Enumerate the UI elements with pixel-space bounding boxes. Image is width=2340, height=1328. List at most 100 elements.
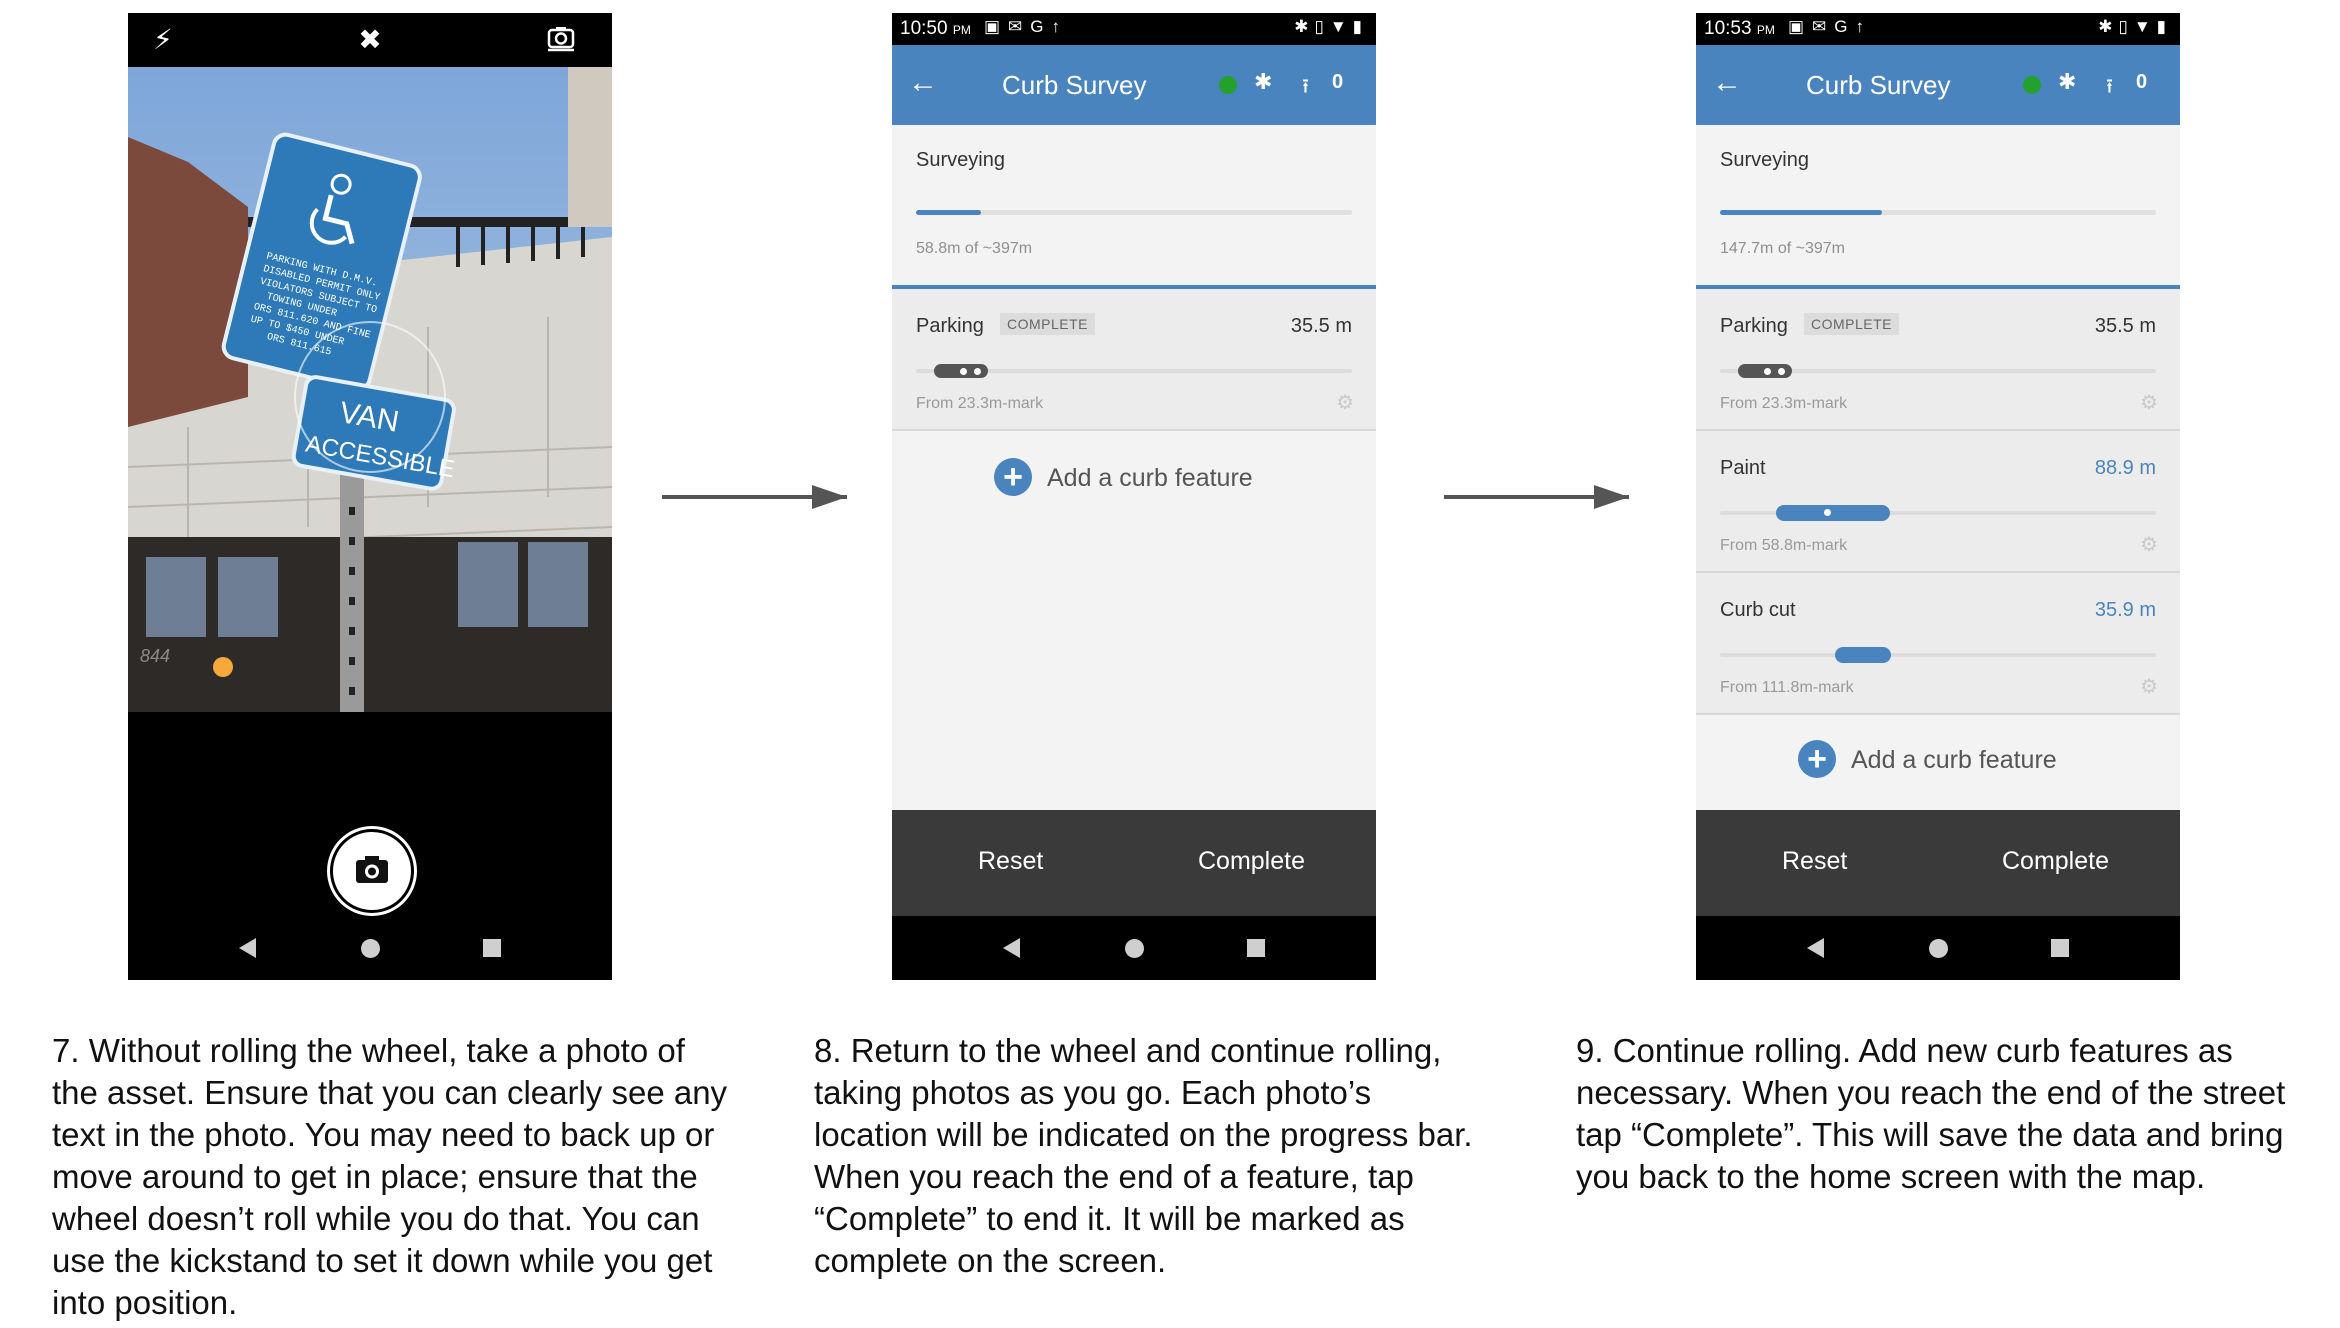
upload-count: 0 bbox=[2136, 71, 2148, 93]
status-bar: 10:50 PM ▣✉G↑ ✱▯▼▮ bbox=[892, 13, 1376, 45]
connection-status-dot bbox=[1219, 76, 1237, 94]
flow-arrow-2-head bbox=[1594, 485, 1629, 509]
app-bar: ← Curb Survey ✱ ⭱ 0 bbox=[892, 45, 1376, 125]
bluetooth-icon[interactable]: ✱ bbox=[1254, 69, 1272, 95]
surveying-panel: Surveying 147.7m of ~397m bbox=[1696, 125, 2180, 289]
feature-row-curb-cut[interactable]: Curb cut 35.9 m From 111.8m-mark ⚙ bbox=[1696, 573, 2180, 715]
camera-toolbar: ⚡︎ ✖ bbox=[128, 13, 612, 67]
add-curb-feature-button[interactable]: + Add a curb feature bbox=[892, 431, 1376, 527]
bottom-action-bar: Reset Complete bbox=[1696, 810, 2180, 916]
upload-icon[interactable]: ⭱ bbox=[1302, 72, 1309, 106]
status-bar: 10:53 PM ▣✉G↑ ✱▯▼▮ bbox=[1696, 13, 2180, 45]
bluetooth-icon[interactable]: ✱ bbox=[2058, 69, 2076, 95]
add-curb-feature-button[interactable]: + Add a curb feature bbox=[1696, 715, 2180, 811]
upload-icon[interactable]: ⭱ bbox=[2106, 72, 2113, 106]
android-nav-bar bbox=[892, 916, 1376, 980]
surveying-distance: 58.8m of ~397m bbox=[916, 240, 1033, 257]
shutter-button[interactable] bbox=[330, 829, 414, 913]
nav-home-icon[interactable] bbox=[1929, 939, 1948, 958]
android-nav-bar bbox=[1696, 916, 2180, 980]
flash-icon[interactable]: ⚡︎ bbox=[146, 23, 180, 57]
reset-button[interactable]: Reset bbox=[978, 847, 1043, 876]
feature-start: From 58.8m-mark bbox=[1720, 537, 1848, 554]
surveying-progress-track bbox=[1720, 210, 2156, 215]
surveying-progress-track bbox=[916, 210, 1352, 215]
nav-home-icon[interactable] bbox=[361, 939, 380, 958]
complete-button[interactable]: Complete bbox=[2002, 847, 2109, 876]
switch-camera-icon[interactable] bbox=[544, 23, 578, 57]
app-bar: ← Curb Survey ✱ ⭱ 0 bbox=[1696, 45, 2180, 125]
photo-marker bbox=[1824, 509, 1831, 516]
feature-track bbox=[1720, 505, 2156, 521]
system-icons: ✱▯▼▮ bbox=[1294, 17, 1368, 36]
notification-icons: ▣✉G↑ bbox=[1788, 17, 1873, 36]
gear-icon[interactable]: ⚙ bbox=[2140, 532, 2158, 557]
feature-name: Paint bbox=[1720, 457, 1766, 479]
sign-photo: 844 PARKING WITH D.M.V. DISABLED PERMIT … bbox=[128, 67, 612, 712]
feature-length: 35.5 m bbox=[2094, 315, 2156, 337]
add-circle-icon: + bbox=[994, 458, 1032, 496]
nav-back-icon[interactable] bbox=[1807, 938, 1824, 958]
complete-badge: COMPLETE bbox=[1000, 313, 1096, 335]
feature-length: 35.5 m bbox=[1290, 315, 1352, 337]
feature-start: From 23.3m-mark bbox=[1720, 395, 1848, 412]
curb-survey-screen-step9: 10:53 PM ▣✉G↑ ✱▯▼▮ ← Curb Survey ✱ ⭱ 0 S… bbox=[1696, 13, 2180, 980]
android-nav-bar bbox=[128, 916, 612, 980]
feature-name: Parking bbox=[1720, 315, 1788, 337]
reset-button[interactable]: Reset bbox=[1782, 847, 1847, 876]
camera-screen: ⚡︎ ✖ 844 PARKING WITH D.M.V. DISABLED PE… bbox=[128, 13, 612, 980]
feature-name: Parking bbox=[916, 315, 984, 337]
feature-segment bbox=[1776, 505, 1890, 521]
feature-row-parking[interactable]: Parking COMPLETE 35.5 m From 23.3m-mark … bbox=[892, 289, 1376, 431]
back-arrow-icon[interactable]: ← bbox=[1712, 65, 1742, 101]
feature-row-paint[interactable]: Paint 88.9 m From 58.8m-mark ⚙ bbox=[1696, 431, 2180, 573]
add-feature-label: Add a curb feature bbox=[1851, 746, 2057, 774]
app-title: Curb Survey bbox=[1002, 70, 1147, 100]
surveying-progress-fill bbox=[916, 210, 981, 215]
status-time: 10:50 PM bbox=[900, 18, 971, 39]
photo-marker bbox=[1764, 368, 1771, 375]
feature-segment bbox=[1738, 364, 1792, 378]
photo-marker bbox=[1778, 368, 1785, 375]
surveying-distance: 147.7m of ~397m bbox=[1720, 240, 1845, 257]
complete-badge: COMPLETE bbox=[1804, 313, 1900, 335]
photo-marker bbox=[960, 368, 967, 375]
gear-icon[interactable]: ⚙ bbox=[2140, 674, 2158, 699]
status-time: 10:53 PM bbox=[1704, 18, 1775, 39]
surveying-label: Surveying bbox=[1720, 149, 1809, 171]
nav-back-icon[interactable] bbox=[1003, 938, 1020, 958]
nav-home-icon[interactable] bbox=[1125, 939, 1144, 958]
surveying-progress-fill bbox=[1720, 210, 1883, 215]
notification-icons: ▣✉G↑ bbox=[984, 17, 1069, 36]
feature-start: From 111.8m-mark bbox=[1720, 679, 1854, 696]
step7-caption: 7. Without rolling the wheel, take a pho… bbox=[52, 1032, 728, 1321]
nav-recents-icon[interactable] bbox=[483, 939, 501, 957]
surveying-panel: Surveying 58.8m of ~397m bbox=[892, 125, 1376, 289]
feature-row-parking[interactable]: Parking COMPLETE 35.5 m From 23.3m-mark … bbox=[1696, 289, 2180, 431]
nav-recents-icon[interactable] bbox=[2051, 939, 2069, 957]
upload-count: 0 bbox=[1332, 71, 1344, 93]
gear-icon[interactable]: ⚙ bbox=[1336, 390, 1354, 415]
back-arrow-icon[interactable]: ← bbox=[908, 65, 938, 101]
feature-track bbox=[916, 364, 1352, 378]
feature-segment bbox=[934, 364, 988, 378]
step8-caption: 8. Return to the wheel and continue roll… bbox=[814, 1032, 1473, 1279]
feature-segment bbox=[1835, 647, 1891, 663]
complete-button[interactable]: Complete bbox=[1198, 847, 1305, 876]
camera-viewfinder: 844 PARKING WITH D.M.V. DISABLED PERMIT … bbox=[128, 67, 612, 712]
nav-recents-icon[interactable] bbox=[1247, 939, 1265, 957]
flow-arrow-1-head bbox=[812, 485, 847, 509]
system-icons: ✱▯▼▮ bbox=[2098, 17, 2172, 36]
gear-icon[interactable]: ⚙ bbox=[2140, 390, 2158, 415]
feature-track bbox=[1720, 364, 2156, 378]
connection-status-dot bbox=[2023, 76, 2041, 94]
app-title: Curb Survey bbox=[1806, 70, 1951, 100]
surveying-label: Surveying bbox=[916, 149, 1005, 171]
flash-off-icon[interactable]: ✖ bbox=[353, 23, 387, 57]
add-feature-label: Add a curb feature bbox=[1047, 464, 1253, 492]
nav-back-icon[interactable] bbox=[239, 938, 256, 958]
step9-caption: 9. Continue rolling. Add new curb featur… bbox=[1576, 1032, 2286, 1195]
add-circle-icon: + bbox=[1798, 740, 1836, 778]
feature-name: Curb cut bbox=[1720, 599, 1796, 621]
feature-length: 88.9 m bbox=[2094, 457, 2156, 479]
